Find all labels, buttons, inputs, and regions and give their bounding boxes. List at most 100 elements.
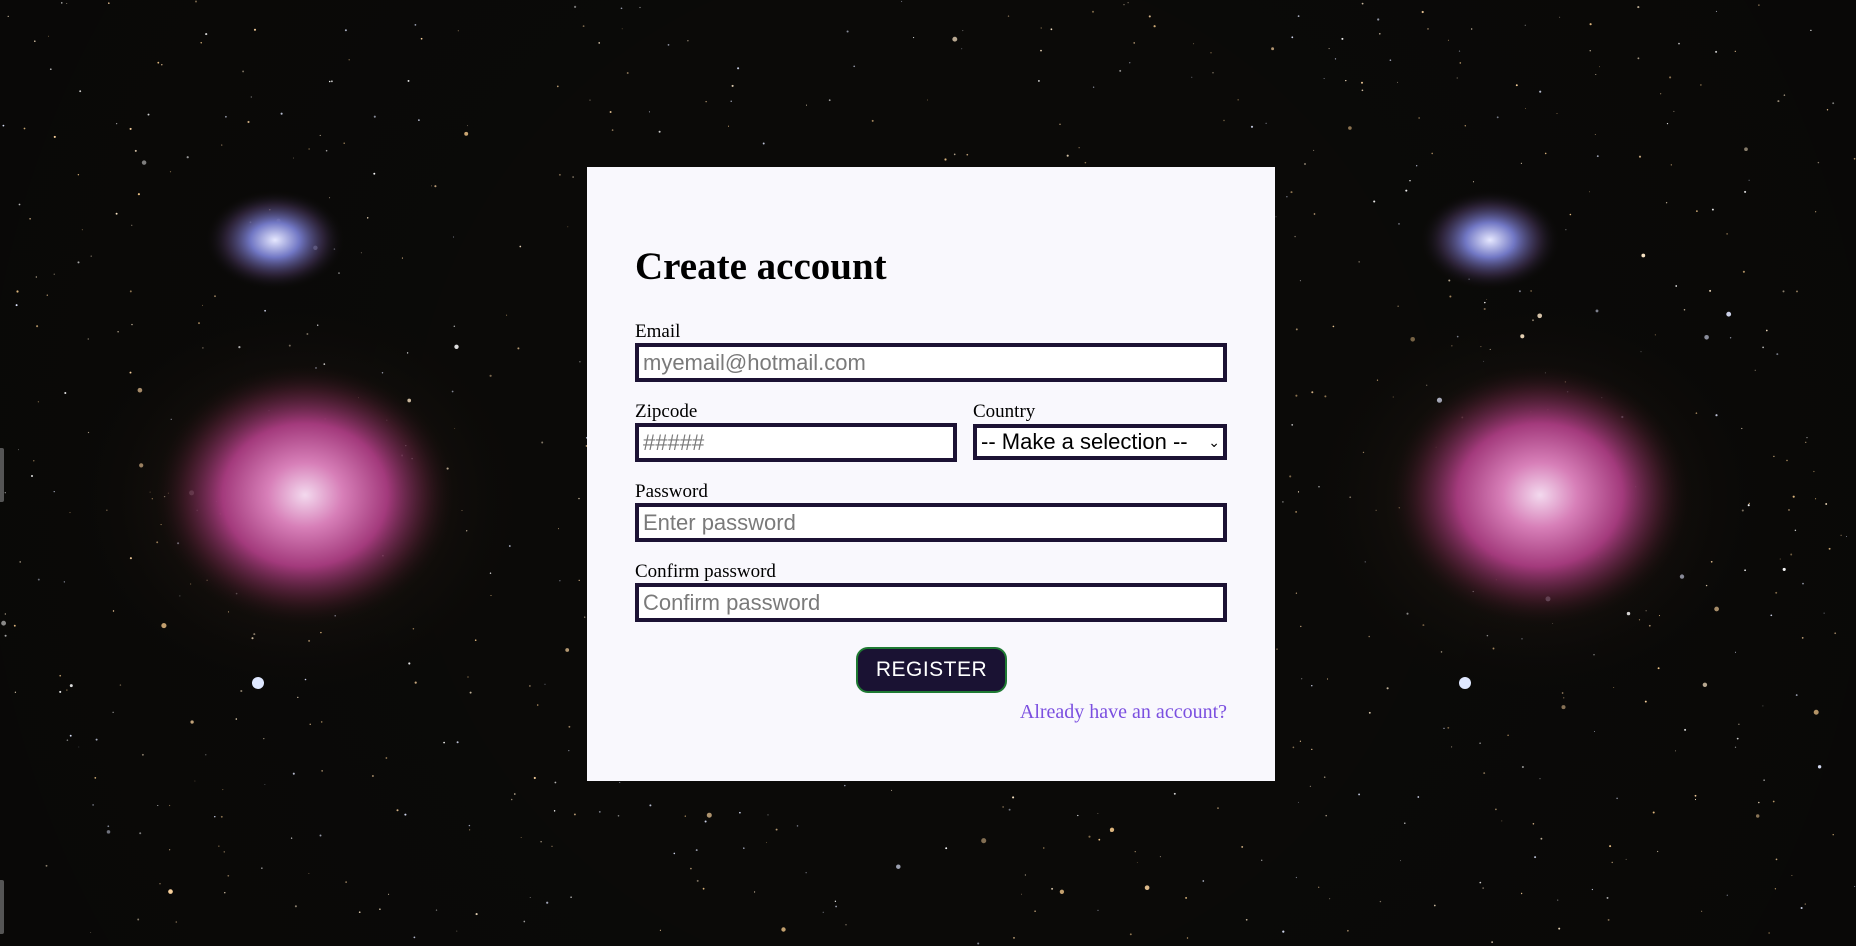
star [117,331,119,333]
star [48,35,49,37]
star [1539,778,1541,780]
star [834,900,837,902]
star [559,580,561,582]
star [468,824,471,827]
star [1501,820,1503,822]
star [578,579,580,581]
star [1358,261,1360,263]
star [112,711,114,713]
star [443,741,445,744]
star [540,841,542,843]
star [320,721,323,723]
star [1786,459,1788,462]
nebula-right [1305,190,1765,700]
star [94,777,97,779]
star [1823,612,1825,614]
star [684,815,686,817]
star [169,171,172,173]
star [1805,441,1807,443]
star [1765,329,1768,332]
star [1593,730,1595,732]
star [1323,78,1325,79]
star [116,123,118,125]
confirm-password-field[interactable] [635,583,1227,622]
star [264,784,266,785]
star [1715,10,1717,12]
star [53,273,55,275]
star [1794,529,1797,532]
star [573,813,576,816]
star [1530,290,1532,292]
star [1129,933,1132,936]
star [1735,651,1736,653]
star [225,115,227,118]
star [131,323,133,326]
star [1729,337,1732,339]
star [1772,800,1775,803]
star [18,203,21,206]
zipcode-label: Zipcode [635,401,698,422]
star [475,913,478,916]
star [418,119,420,121]
star [1702,682,1708,688]
signin-link[interactable]: Already have an account? [1020,701,1227,724]
star [453,236,455,238]
star [1828,547,1831,550]
star [568,749,570,752]
star [551,845,553,847]
star [1347,929,1349,932]
star [348,59,350,61]
star [137,918,140,921]
star [589,99,591,101]
star [1507,734,1509,736]
star [456,930,458,932]
star [227,874,230,877]
star [781,927,786,932]
star [141,753,144,756]
password-field[interactable] [635,503,1227,542]
star [489,374,492,377]
confirm-password-label: Confirm password [635,561,776,582]
star [366,217,369,219]
star [1088,835,1091,838]
star [1202,880,1205,882]
star [319,834,322,837]
star [1775,591,1778,594]
star [1398,222,1400,225]
star [134,149,137,152]
register-button[interactable]: REGISTER [856,647,1007,693]
star [18,449,20,451]
star [453,325,456,327]
star [1815,498,1817,500]
star [190,720,194,724]
star [1591,888,1594,891]
star [1539,90,1542,93]
star [373,115,376,118]
star [981,838,987,844]
star [1854,886,1856,887]
star [1515,84,1518,87]
star [1638,155,1642,158]
email-field[interactable] [635,343,1227,382]
star [609,111,612,113]
star [617,815,620,817]
star [4,613,6,615]
star [435,909,438,911]
star [828,99,831,102]
star [1734,746,1737,748]
star [765,842,767,844]
star [1768,932,1770,934]
star [1295,592,1298,594]
star [66,689,68,691]
star [1012,796,1015,799]
star [69,512,71,514]
star [1711,208,1714,211]
zipcode-field[interactable] [635,423,957,462]
star [200,42,202,44]
star [737,67,740,70]
star [1361,89,1364,92]
country-select[interactable]: -- Make a selection -- ⌄ [973,424,1227,460]
star [1565,229,1567,231]
star [1742,270,1745,273]
star [544,683,546,685]
